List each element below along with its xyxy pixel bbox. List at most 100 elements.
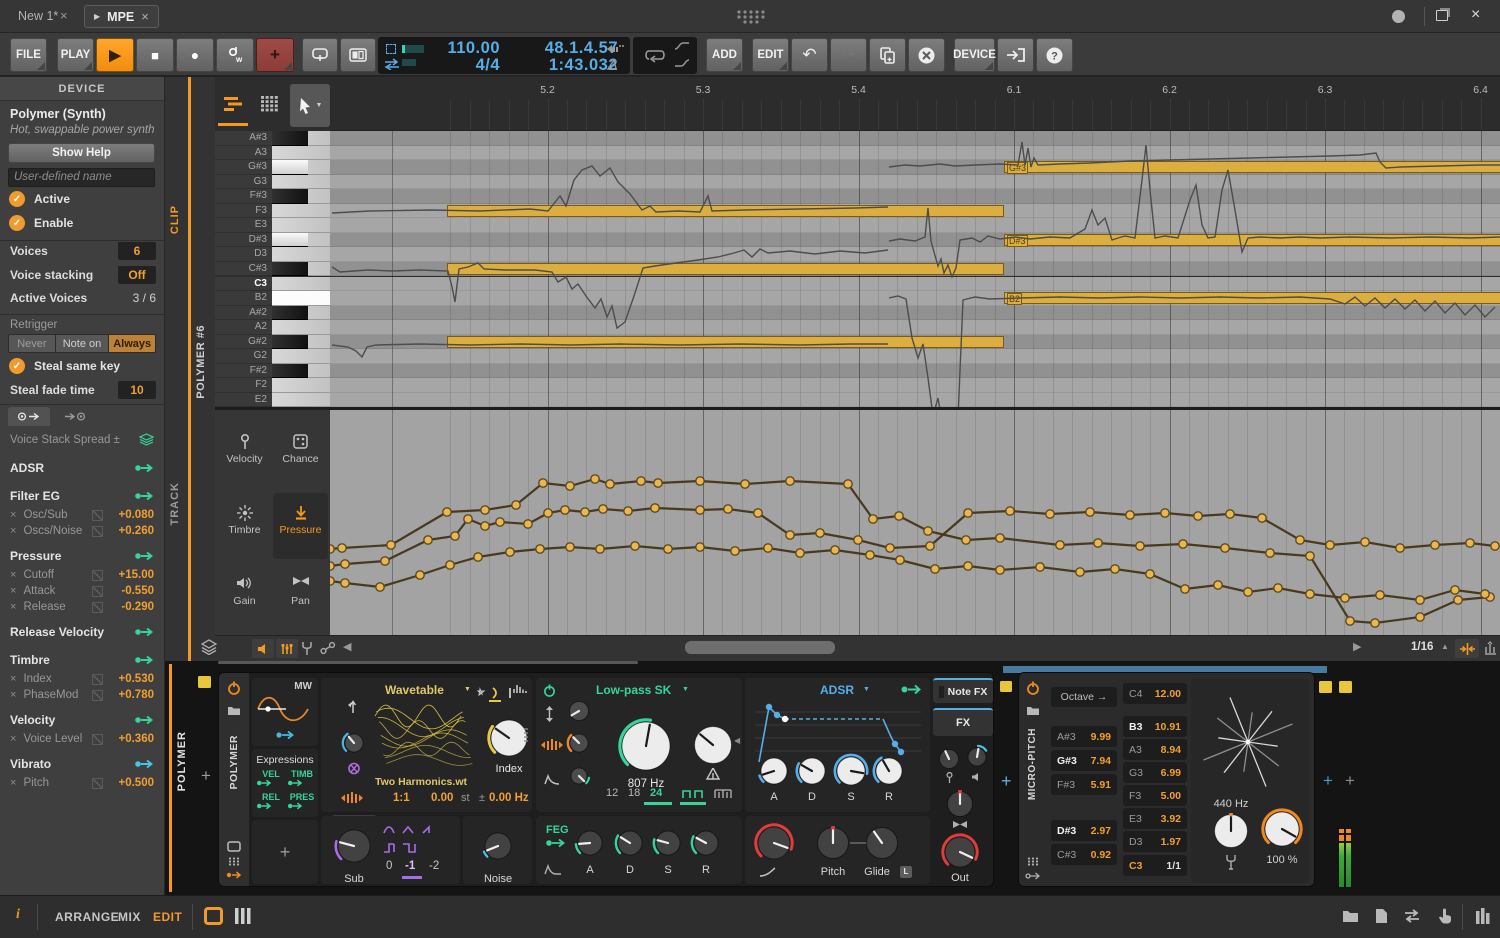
filter-pins-icon[interactable] bbox=[541, 738, 563, 752]
osc-type-value[interactable]: Wavetable bbox=[385, 683, 444, 697]
pressure-point[interactable] bbox=[330, 545, 334, 553]
h-scrollbar-thumb[interactable] bbox=[685, 641, 835, 654]
single-panel-layout-button[interactable] bbox=[204, 907, 223, 925]
expression-tab-pan[interactable]: Pan bbox=[273, 564, 328, 630]
pressure-point[interactable] bbox=[544, 509, 552, 517]
sub-octave-minus1[interactable]: -1 bbox=[405, 860, 415, 872]
delete-button[interactable] bbox=[908, 38, 945, 72]
mod-route-icon[interactable] bbox=[134, 463, 154, 473]
add-modulator-cell[interactable]: + bbox=[252, 820, 318, 884]
pitch-knob[interactable] bbox=[816, 826, 850, 860]
pressure-point[interactable] bbox=[895, 512, 903, 520]
oscillator-cell[interactable]: Wavetable ▼ Two Harmonics.wt Index 1:1 0… bbox=[321, 678, 532, 812]
piano-key-black[interactable] bbox=[272, 160, 308, 175]
mod-curve-box[interactable] bbox=[92, 570, 103, 581]
pressure-point[interactable] bbox=[816, 529, 824, 537]
note[interactable]: G#3 bbox=[1004, 161, 1500, 173]
piano-key-white[interactable] bbox=[272, 247, 330, 262]
stop-button[interactable]: ■ bbox=[136, 38, 174, 72]
phase-random-icon[interactable] bbox=[347, 762, 361, 775]
filter-type-value[interactable]: Low-pass SK bbox=[596, 683, 671, 697]
osc-type-dropdown-icon[interactable]: ▼ bbox=[464, 686, 471, 693]
tuning-value[interactable]: 6.99 bbox=[1161, 767, 1181, 779]
feg-attack-knob[interactable] bbox=[574, 827, 606, 859]
filter-type-dropdown-icon[interactable]: ▼ bbox=[682, 686, 689, 693]
slope-24[interactable]: 24 bbox=[650, 787, 662, 799]
layers-button[interactable] bbox=[201, 639, 217, 655]
mod-source-row[interactable]: Velocity bbox=[4, 708, 160, 731]
mod-target-row[interactable]: ×Pitch+0.500 bbox=[4, 776, 160, 792]
tuning-value[interactable]: 1.97 bbox=[1161, 836, 1181, 848]
wt-mode-icons[interactable] bbox=[477, 686, 517, 702]
amp-decay-knob[interactable] bbox=[795, 754, 829, 788]
note-grid[interactable]: G#3D#3B2 bbox=[330, 131, 1500, 407]
pressure-point[interactable] bbox=[1416, 596, 1424, 604]
scroll-left-icon[interactable]: ◀ bbox=[343, 640, 351, 653]
pressure-point[interactable] bbox=[1274, 584, 1282, 592]
mod-route-icon[interactable] bbox=[134, 715, 154, 725]
mod-target-row[interactable]: ×Release-0.290 bbox=[4, 600, 160, 616]
play-menu-button[interactable]: PLAY bbox=[57, 38, 94, 72]
wavetable-display[interactable] bbox=[371, 702, 476, 774]
pressure-point[interactable] bbox=[664, 545, 672, 553]
pressure-point[interactable] bbox=[1194, 512, 1202, 520]
device-chain-track-label[interactable]: POLYMER bbox=[176, 731, 188, 791]
time-value[interactable]: 1:43.032 bbox=[506, 56, 618, 75]
remove-mod-icon[interactable]: × bbox=[10, 585, 16, 597]
pressure-point[interactable] bbox=[451, 532, 459, 540]
end-launcher-cell-1[interactable] bbox=[1319, 681, 1332, 693]
pressure-point[interactable] bbox=[596, 545, 604, 553]
pressure-point[interactable] bbox=[566, 482, 574, 490]
tuning-value[interactable]: 9.99 bbox=[1091, 731, 1111, 743]
device-panel-scrollbar[interactable] bbox=[218, 661, 638, 664]
pressure-point[interactable] bbox=[1126, 511, 1134, 519]
mod-in-tab[interactable] bbox=[54, 407, 96, 426]
tuning-row-gs3[interactable]: G#37.94 bbox=[1051, 750, 1117, 771]
modulation-out-icon[interactable] bbox=[226, 870, 242, 880]
tuning-row-d3[interactable]: D31.97 bbox=[1123, 831, 1187, 852]
device-name-polymer[interactable]: POLYMER bbox=[228, 735, 240, 789]
steal-fade-value[interactable]: 10 bbox=[118, 381, 156, 399]
tuning-row-cs3[interactable]: C#30.92 bbox=[1051, 844, 1117, 865]
tuning-value[interactable]: 1/1 bbox=[1166, 860, 1181, 872]
pressure-point[interactable] bbox=[1466, 539, 1474, 547]
pressure-point[interactable] bbox=[866, 551, 874, 559]
end-launcher-cell-2[interactable] bbox=[1339, 681, 1352, 693]
piano-key-white[interactable] bbox=[272, 378, 330, 393]
tuning-row-g3[interactable]: G36.99 bbox=[1123, 762, 1187, 783]
piano-key-white[interactable] bbox=[272, 291, 330, 306]
pressure-point[interactable] bbox=[651, 504, 659, 512]
pressure-point[interactable] bbox=[1244, 588, 1252, 596]
pressure-point[interactable] bbox=[996, 566, 1004, 574]
mod-curve-box[interactable] bbox=[92, 510, 103, 521]
mod-route-icon[interactable] bbox=[134, 551, 154, 561]
pressure-point[interactable] bbox=[869, 515, 877, 523]
device-polymer[interactable]: POLYMER MW Expressions VELTIMBRELPRES + … bbox=[218, 672, 994, 887]
pressure-point[interactable] bbox=[1214, 581, 1222, 589]
cursor-tool-button[interactable]: ▼ bbox=[290, 84, 330, 127]
clip-launcher-cell[interactable] bbox=[198, 676, 211, 688]
filter-drive-knob[interactable] bbox=[568, 700, 590, 722]
filter-keytrack-knob[interactable] bbox=[567, 764, 591, 788]
preset-folder-icon[interactable] bbox=[227, 705, 241, 716]
pressure-curves[interactable] bbox=[330, 410, 1500, 635]
mod-curve-box[interactable] bbox=[92, 778, 103, 789]
pressure-point[interactable] bbox=[1146, 570, 1154, 578]
mod-source-row[interactable]: Voice Stack Spread ± bbox=[4, 428, 160, 451]
scroll-right-icon[interactable]: ▶ bbox=[1353, 640, 1361, 653]
device-name-input[interactable]: User-defined name bbox=[8, 168, 155, 187]
tuning-value[interactable]: 5.91 bbox=[1091, 779, 1111, 791]
tuning-value[interactable]: 7.94 bbox=[1091, 755, 1111, 767]
note[interactable] bbox=[447, 263, 1004, 275]
pressure-point[interactable] bbox=[1266, 549, 1274, 557]
quantize-button[interactable] bbox=[1483, 641, 1497, 655]
expression-tab-timbre[interactable]: Timbre bbox=[217, 493, 272, 559]
glide-legato-badge[interactable]: L bbox=[900, 866, 912, 878]
reference-knob[interactable] bbox=[1213, 813, 1249, 849]
piano-key-white[interactable] bbox=[272, 320, 330, 335]
fill-mode-button[interactable]: 3 bbox=[340, 38, 376, 72]
view-arrange[interactable]: ARRANGE bbox=[55, 910, 119, 924]
file-button[interactable]: FILE bbox=[10, 38, 47, 72]
h-scrollbar-track[interactable] bbox=[365, 641, 1500, 655]
pressure-point[interactable] bbox=[786, 531, 794, 539]
